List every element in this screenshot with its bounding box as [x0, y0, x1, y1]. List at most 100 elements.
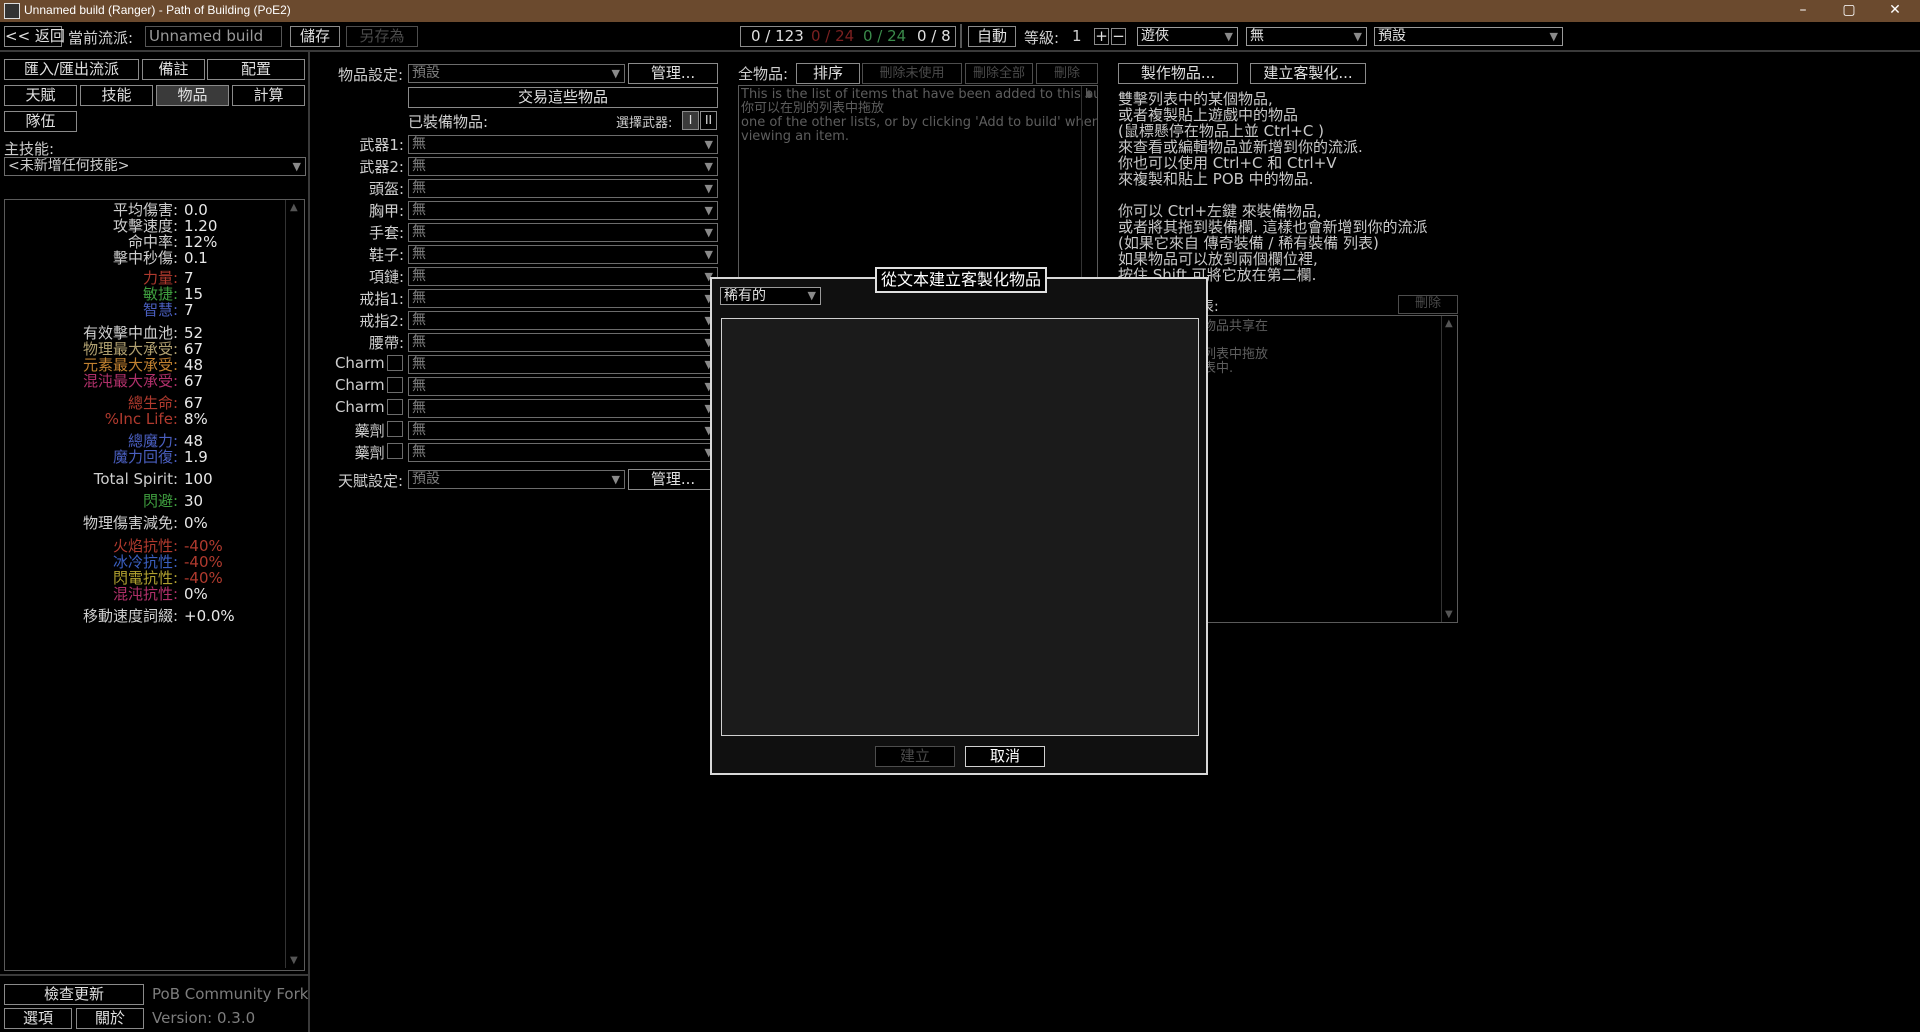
party-button[interactable]: 隊伍 [4, 111, 77, 132]
slot-dropdown[interactable]: 無 ▼ [408, 135, 718, 154]
stat-name: 火焰抗性: [112, 537, 178, 555]
slot-dropdown[interactable]: 無 ▼ [408, 443, 718, 462]
build-name-field[interactable]: Unnamed build [145, 26, 282, 47]
import-export-button[interactable]: 匯入/匯出流派 [4, 59, 139, 80]
save-button[interactable]: 儲存 [290, 26, 340, 47]
slot-dropdown[interactable]: 無 ▼ [408, 267, 718, 286]
slot-dropdown[interactable]: 無 ▼ [408, 245, 718, 264]
slot-label: 項鏈: [368, 268, 404, 286]
help-line: (如果它來自 傳奇裝備 / 稀有裝備 列表) [1118, 234, 1379, 252]
stat-name: 混沌最大承受: [82, 372, 178, 390]
item-set-dropdown[interactable]: 預設 ▼ [408, 64, 625, 83]
item-text-input[interactable] [721, 318, 1199, 736]
shared-scrollbar[interactable]: ▲ ▼ [1441, 316, 1457, 622]
create-button[interactable]: 建立 [875, 746, 955, 767]
tab-tree[interactable]: 天賦 [4, 85, 77, 106]
auto-level-button[interactable]: 自動 [968, 26, 1016, 47]
item-set-manage-button[interactable]: 管理... [628, 63, 718, 84]
close-button[interactable]: ✕ [1872, 0, 1918, 22]
check-update-button[interactable]: 檢查更新 [4, 984, 144, 1005]
about-button[interactable]: 關於 [76, 1008, 144, 1029]
back-button[interactable]: << 返回 [4, 26, 65, 47]
rarity-dropdown[interactable]: 稀有的 ▼ [720, 287, 821, 305]
app-icon [4, 3, 20, 19]
ascendancy-dropdown[interactable]: 無 ▼ [1246, 27, 1367, 46]
stat-value: 67 [184, 394, 204, 412]
slot-dropdown[interactable]: 無 ▼ [408, 201, 718, 220]
weapon-swap-1-button[interactable]: I [682, 111, 699, 130]
slot-toggle-icon[interactable] [387, 377, 403, 393]
slot-dropdown[interactable]: 無 ▼ [408, 355, 718, 374]
slot-dropdown[interactable]: 無 ▼ [408, 377, 718, 396]
slot-toggle-icon[interactable] [387, 399, 403, 415]
options-button[interactable]: 選項 [4, 1008, 72, 1029]
slot-label: 武器2: [359, 158, 404, 176]
tab-calcs[interactable]: 計算 [232, 85, 305, 106]
stats-scrollbar[interactable]: ▲ ▼ [285, 200, 303, 968]
class-dropdown[interactable]: 遊俠 ▼ [1137, 27, 1238, 46]
slot-toggle-icon[interactable] [387, 421, 403, 437]
delete-unused-button[interactable]: 刪除未使用 [862, 63, 962, 84]
all-items-label: 全物品: [738, 65, 789, 83]
list-hint-line: one of the other lists, or by clicking '… [741, 115, 1098, 130]
craft-item-button[interactable]: 製作物品... [1118, 63, 1238, 84]
community-fork-label: PoB Community Fork [152, 985, 309, 1003]
stat-name: 總生命: [127, 394, 178, 412]
tab-items[interactable]: 物品 [156, 85, 229, 106]
config-set-dropdown[interactable]: 預設 ▼ [1374, 27, 1563, 46]
delete-all-button[interactable]: 刪除全部 [965, 63, 1033, 84]
help-line: 來查看或編輯物品並新增到你的流派. [1118, 138, 1363, 156]
slot-value: 無 [412, 224, 426, 240]
stat-name: 智慧: [142, 301, 178, 319]
sort-button[interactable]: 排序 [796, 63, 860, 84]
stat-value: 1.9 [184, 448, 208, 466]
slot-dropdown[interactable]: 無 ▼ [408, 157, 718, 176]
maximize-button[interactable]: ▢ [1826, 0, 1872, 22]
stat-name: 命中率: [127, 233, 178, 251]
slot-toggle-icon[interactable] [387, 443, 403, 459]
level-label: 等級: [1024, 29, 1060, 47]
stat-value: 0.0 [184, 201, 208, 219]
slot-dropdown[interactable]: 無 ▼ [408, 311, 718, 330]
slot-value: 無 [412, 334, 426, 350]
scroll-down-icon: ▼ [290, 955, 298, 966]
slot-value: 無 [412, 312, 426, 328]
tree-set-manage-button[interactable]: 管理... [628, 469, 718, 490]
stat-value: 52 [184, 324, 204, 342]
weapon-swap-2-button[interactable]: II [700, 111, 717, 130]
config-set-value: 預設 [1378, 28, 1406, 44]
ascendancy-points: 0 / 8 [917, 27, 951, 45]
shared-delete-button[interactable]: 刪除 [1398, 295, 1458, 314]
config-button[interactable]: 配置 [207, 59, 305, 80]
cancel-button[interactable]: 取消 [965, 746, 1045, 767]
slot-toggle-icon[interactable] [387, 355, 403, 371]
delete-button[interactable]: 刪除 [1036, 63, 1098, 84]
stat-name: 冰冷抗性: [112, 553, 178, 571]
level-value[interactable]: 1 [1072, 27, 1082, 45]
weapon-set-points-1: 0 / 24 [811, 27, 855, 45]
tab-skills[interactable]: 技能 [80, 85, 153, 106]
left-panel-divider [308, 52, 310, 1032]
main-skill-dropdown[interactable]: <未新增任何技能> ▼ [4, 157, 306, 176]
chevron-down-icon: ▼ [1549, 30, 1558, 43]
level-plus-button[interactable]: + [1094, 28, 1109, 45]
tree-set-dropdown[interactable]: 預設 ▼ [408, 470, 625, 489]
slot-dropdown[interactable]: 無 ▼ [408, 333, 718, 352]
create-custom-button[interactable]: 建立客製化... [1250, 63, 1366, 84]
slot-value: 無 [412, 378, 426, 394]
trade-items-button[interactable]: 交易這些物品 [408, 87, 718, 108]
slot-dropdown[interactable]: 無 ▼ [408, 421, 718, 440]
slot-dropdown[interactable]: 無 ▼ [408, 223, 718, 242]
slot-value: 無 [412, 268, 426, 284]
stat-value: 7 [184, 269, 194, 287]
level-minus-button[interactable]: − [1111, 28, 1126, 45]
slot-dropdown[interactable]: 無 ▼ [408, 399, 718, 418]
notes-button[interactable]: 備註 [142, 59, 205, 80]
slot-dropdown[interactable]: 無 ▼ [408, 179, 718, 198]
minimize-button[interactable]: – [1780, 0, 1826, 22]
all-items-list[interactable]: This is the list of items that have been… [738, 85, 1098, 287]
slot-label: 武器1: [359, 136, 404, 154]
slot-dropdown[interactable]: 無 ▼ [408, 289, 718, 308]
list-scrollbar[interactable]: ▲ [1081, 86, 1097, 286]
save-as-button[interactable]: 另存為 [346, 26, 418, 47]
